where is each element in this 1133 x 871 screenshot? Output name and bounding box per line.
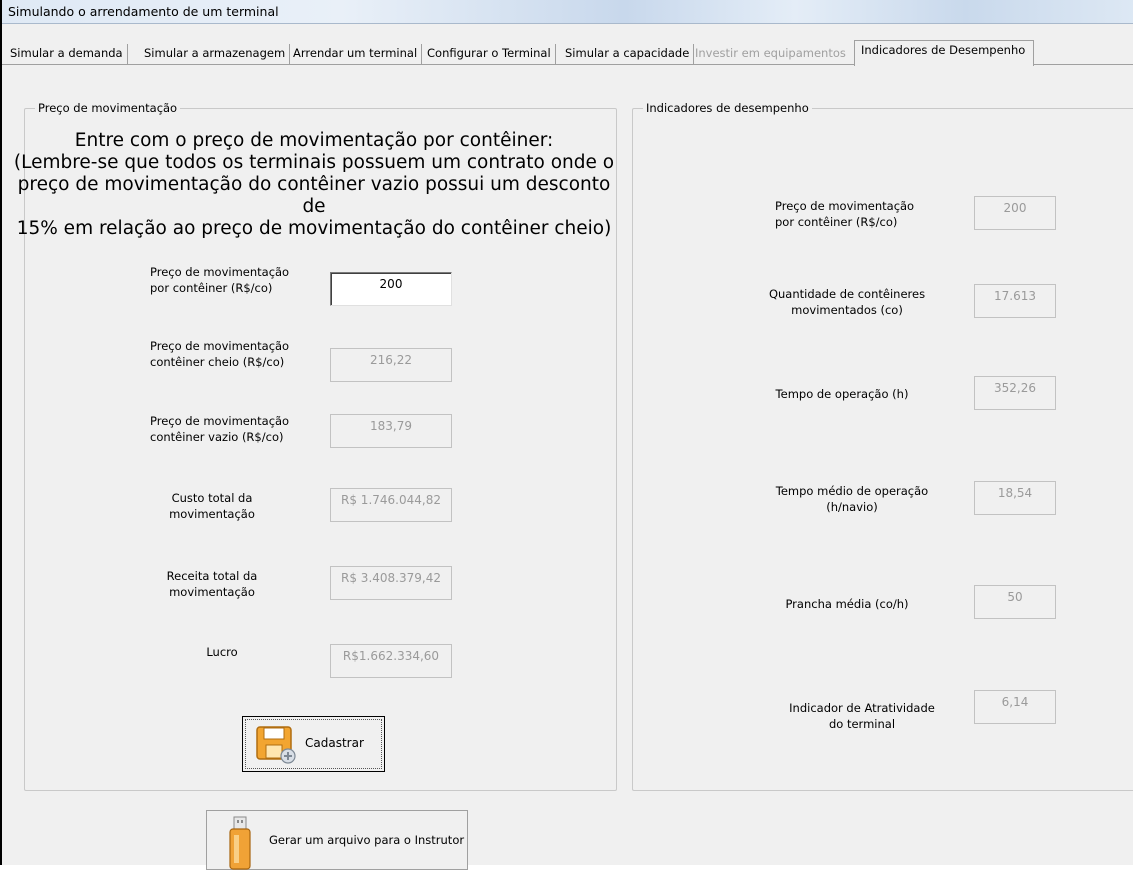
label-line: do terminal bbox=[828, 717, 896, 731]
r-quantidade-field: 17.613 bbox=[974, 284, 1056, 318]
label-line: por contêiner (R$/co) bbox=[775, 215, 898, 229]
label-r-prancha: Prancha média (co/h) bbox=[772, 596, 922, 612]
instructions-text: Entre com o preço de movimentação por co… bbox=[12, 130, 616, 240]
label-receita-total: Receita total da movimentação bbox=[152, 568, 272, 600]
tab-simular-demanda[interactable]: Simular a demanda bbox=[6, 44, 128, 64]
cadastrar-label: Cadastrar bbox=[305, 736, 364, 750]
label-line: movimentação bbox=[169, 507, 255, 521]
label-line: Indicador de Atratividade bbox=[789, 701, 935, 715]
label-line: Prancha média (co/h) bbox=[785, 597, 909, 611]
usb-drive-icon bbox=[229, 816, 251, 870]
main-window: Simulando o arrendamento de um terminal … bbox=[0, 0, 1133, 870]
label-line: movimentados (co) bbox=[791, 303, 903, 317]
label-line: contêiner cheio (R$/co) bbox=[150, 355, 285, 369]
label-line: por contêiner (R$/co) bbox=[150, 281, 273, 295]
label-line: Receita total da bbox=[166, 569, 258, 583]
r-prancha-field: 50 bbox=[974, 585, 1056, 619]
label-r-tempo-medio: Tempo médio de operação (h/navio) bbox=[762, 483, 942, 515]
r-tempo-operacao-field: 352,26 bbox=[974, 376, 1056, 410]
tab-configurar-terminal[interactable]: Configurar o Terminal bbox=[423, 44, 556, 64]
instruction-line: preço de movimentação do contêiner vazio… bbox=[17, 174, 611, 217]
label-line: Custo total da bbox=[171, 491, 253, 505]
tab-simular-capacidade[interactable]: Simular a capacidade bbox=[561, 44, 695, 64]
preco-conteiner-cheio-field: 216,22 bbox=[330, 348, 452, 382]
tab-investir-equipamentos: Investir em equipamentos bbox=[695, 46, 846, 60]
label-r-atratividade: Indicador de Atratividade do terminal bbox=[772, 700, 952, 732]
label-line: movimentação bbox=[169, 585, 255, 599]
label-r-preco: Preço de movimentação por contêiner (R$/… bbox=[775, 198, 914, 230]
label-lucro: Lucro bbox=[182, 644, 262, 660]
tab-arrendar-terminal[interactable]: Arrendar um terminal bbox=[289, 44, 423, 64]
label-line: Quantidade de contêineres bbox=[768, 287, 926, 301]
cadastrar-button[interactable]: Cadastrar bbox=[242, 716, 385, 772]
preco-por-conteiner-input[interactable]: 200 bbox=[330, 272, 452, 306]
instruction-line: 15% em relação ao preço de movimentação … bbox=[16, 218, 612, 239]
r-atratividade-field: 6,14 bbox=[974, 690, 1056, 724]
label-line: Lucro bbox=[206, 645, 238, 659]
label-custo-total: Custo total da movimentação bbox=[152, 490, 272, 522]
gerar-arquivo-button[interactable]: Gerar um arquivo para o Instrutor bbox=[206, 810, 468, 870]
custo-total-field: R$ 1.746.044,82 bbox=[330, 488, 452, 522]
preco-conteiner-vazio-field: 183,79 bbox=[330, 414, 452, 448]
title-bar[interactable]: Simulando o arrendamento de um terminal bbox=[2, 0, 1133, 24]
r-tempo-medio-field: 18,54 bbox=[974, 481, 1056, 515]
lucro-field: R$1.662.334,60 bbox=[330, 644, 452, 678]
window-title: Simulando o arrendamento de um terminal bbox=[8, 4, 279, 19]
label-line: Preço de movimentação bbox=[150, 265, 290, 279]
tab-strip: Simular a demanda Simular a armazenagem … bbox=[2, 24, 1133, 66]
group-title-indicadores: Indicadores de desempenho bbox=[643, 101, 812, 115]
label-preco-conteiner-cheio: Preço de movimentação contêiner cheio (R… bbox=[150, 338, 289, 370]
label-preco-por-conteiner: Preço de movimentação por contêiner (R$/… bbox=[150, 264, 289, 296]
label-line: Preço de movimentação bbox=[775, 199, 915, 213]
label-line: Preço de movimentação bbox=[150, 414, 290, 428]
tab-simular-armazenagem[interactable]: Simular a armazenagem bbox=[140, 44, 291, 64]
label-r-quantidade: Quantidade de contêineres movimentados (… bbox=[757, 286, 937, 318]
group-title-preco: Preço de movimentação bbox=[35, 101, 181, 115]
label-line: Tempo médio de operação bbox=[775, 484, 929, 498]
label-line: Tempo de operação (h) bbox=[775, 387, 909, 401]
gerar-arquivo-label: Gerar um arquivo para o Instrutor bbox=[269, 833, 465, 847]
tab-indicadores-desempenho[interactable]: Indicadores de Desempenho bbox=[854, 40, 1034, 66]
receita-total-field: R$ 3.408.379,42 bbox=[330, 566, 452, 600]
instruction-line: (Lembre-se que todos os terminais possue… bbox=[13, 152, 615, 173]
save-icon bbox=[256, 726, 296, 764]
label-line: contêiner vazio (R$/co) bbox=[150, 430, 284, 444]
r-preco-field: 200 bbox=[974, 196, 1056, 230]
label-line: (h/navio) bbox=[826, 500, 878, 514]
label-r-tempo-operacao: Tempo de operação (h) bbox=[767, 386, 917, 402]
label-line: Preço de movimentação bbox=[150, 339, 290, 353]
instruction-line: Entre com o preço de movimentação por co… bbox=[74, 130, 554, 151]
label-preco-conteiner-vazio: Preço de movimentação contêiner vazio (R… bbox=[150, 413, 289, 445]
